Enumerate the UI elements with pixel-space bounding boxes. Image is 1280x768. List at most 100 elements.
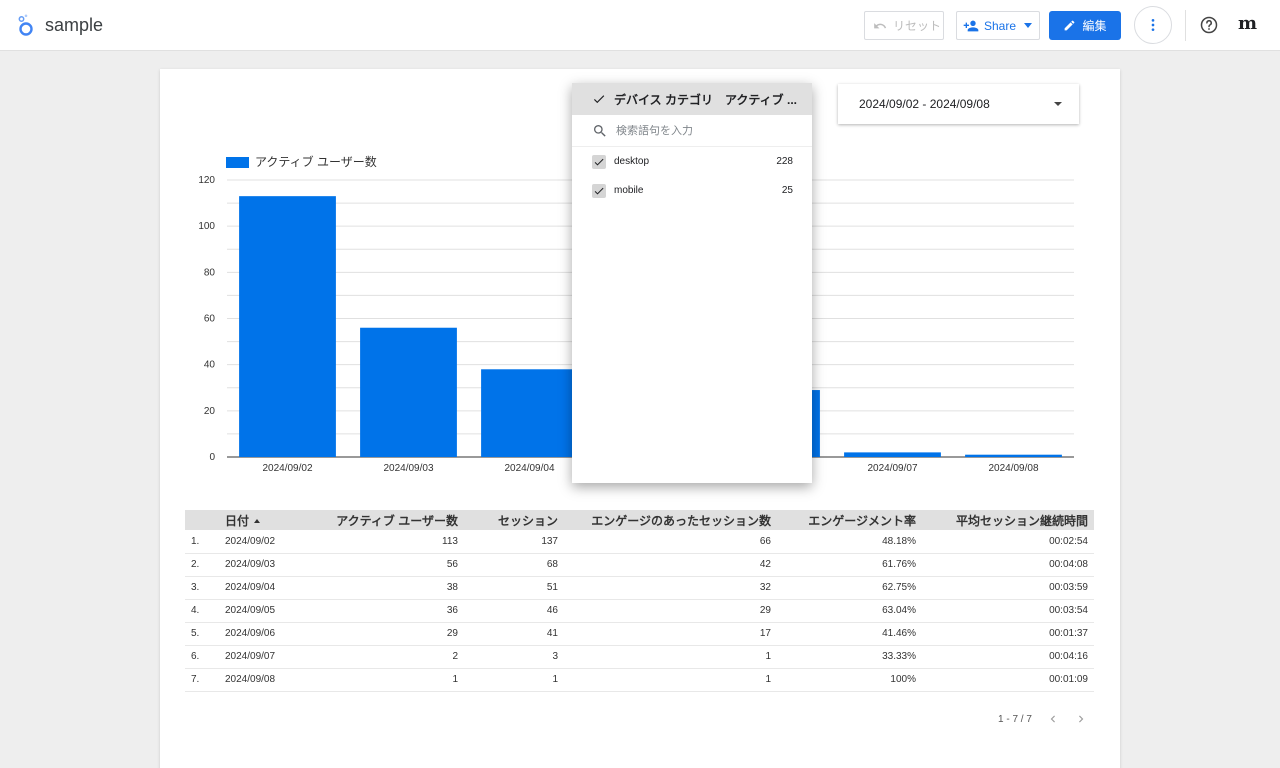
x-tick-label: 2024/09/04 [504,463,554,474]
device-category-filter-popup: デバイス カテゴリ アクティブ ... desktop 228 mobile 2… [572,83,812,483]
report-title[interactable]: sample [45,15,103,36]
cell-date: 2024/09/08 [219,668,311,692]
chevron-right-icon[interactable] [1074,712,1088,726]
person-add-icon [963,20,979,31]
caret-down-icon [1054,102,1062,106]
looker-studio-logo-icon[interactable] [17,14,35,36]
filter-option-count: 228 [776,156,793,167]
table-row: 5. 2024/09/06 29 41 17 41.46% 00:01:37 [185,622,1094,646]
undo-icon [874,22,887,28]
cell-avg-duration: 00:04:16 [922,645,1094,669]
table-header-avg-session-duration[interactable]: 平均セッション継続時間 [922,510,1094,530]
cell-engagement-rate: 62.75% [777,576,922,600]
cell-sessions: 68 [464,553,564,577]
row-index: 3. [185,576,219,600]
row-index: 1. [185,530,219,554]
cell-avg-duration: 00:04:08 [922,553,1094,577]
cell-active-users: 56 [311,553,464,577]
row-index: 2. [185,553,219,577]
edit-label: 編集 [1082,19,1107,33]
cell-engaged-sessions: 32 [564,576,777,600]
cell-sessions: 1 [464,668,564,692]
filter-option-mobile[interactable]: mobile 25 [572,176,812,205]
table-header-engaged-sessions[interactable]: エンゲージのあったセッション数 [564,510,777,530]
edit-button[interactable]: 編集 [1049,11,1121,40]
y-tick-label: 60 [204,314,216,325]
cell-active-users: 113 [311,530,464,554]
table-row: 1. 2024/09/02 113 137 66 48.18% 00:02:54 [185,530,1094,554]
cell-avg-duration: 00:03:59 [922,576,1094,600]
checkbox-checked-icon[interactable] [592,154,606,169]
reset-label: リセット [893,19,942,33]
date-range-control[interactable]: 2024/09/02 - 2024/09/08 [838,84,1079,124]
table-header-sessions[interactable]: セッション [464,510,564,530]
bar [239,196,336,457]
cell-active-users: 2 [311,645,464,669]
filter-option-label: mobile [614,185,644,196]
filter-option-count: 25 [781,185,793,196]
cell-date: 2024/09/05 [219,599,311,623]
cell-active-users: 29 [311,622,464,646]
cell-date: 2024/09/03 [219,553,311,577]
table-row: 7. 2024/09/08 1 1 1 100% 00:01:09 [185,668,1094,692]
table-header-date[interactable]: 日付 [219,510,311,530]
cell-engagement-rate: 61.76% [777,553,922,577]
y-tick-label: 80 [204,267,216,278]
cell-engaged-sessions: 29 [564,599,777,623]
filter-search-input[interactable] [616,124,786,137]
cell-engagement-rate: 33.33% [777,645,922,669]
date-range-value: 2024/09/02 - 2024/09/08 [859,97,990,111]
pagination-label: 1 - 7 / 7 [998,713,1032,725]
chevron-left-icon[interactable] [1046,712,1060,726]
account-avatar[interactable]: m [1238,13,1257,34]
share-button[interactable]: Share [956,11,1040,40]
checkmark-icon [592,92,606,106]
cell-engagement-rate: 41.46% [777,622,922,646]
top-bar: sample リセット Share 編集 m [0,0,1280,51]
row-index: 7. [185,668,219,692]
y-tick-label: 120 [198,175,215,186]
table-header-engagement-rate[interactable]: エンゲージメント率 [777,510,922,530]
cell-engaged-sessions: 42 [564,553,777,577]
cell-avg-duration: 00:02:54 [922,530,1094,554]
cell-sessions: 51 [464,576,564,600]
more-options-button[interactable] [1134,6,1172,44]
reset-button[interactable]: リセット [864,11,944,40]
checkbox-checked-icon[interactable] [592,183,606,198]
cell-active-users: 38 [311,576,464,600]
bar [965,454,1062,457]
header-divider [1185,10,1186,41]
table-row: 2. 2024/09/03 56 68 42 61.76% 00:04:08 [185,553,1094,577]
y-tick-label: 100 [198,221,215,232]
cell-active-users: 1 [311,668,464,692]
bar [481,369,578,457]
table-row: 6. 2024/09/07 2 3 1 33.33% 00:04:16 [185,645,1094,669]
y-tick-label: 0 [209,452,215,463]
pencil-icon [1065,20,1075,31]
cell-avg-duration: 00:03:54 [922,599,1094,623]
y-tick-label: 20 [204,406,216,417]
y-tick-label: 40 [204,360,216,371]
table-row: 3. 2024/09/04 38 51 32 62.75% 00:03:59 [185,576,1094,600]
cell-engagement-rate: 100% [777,668,922,692]
legend-swatch [226,157,249,168]
cell-avg-duration: 00:01:09 [922,668,1094,692]
cell-sessions: 3 [464,645,564,669]
x-tick-label: 2024/09/08 [988,463,1038,474]
table-header-row: 日付 アクティブ ユーザー数 セッション エンゲージのあったセッション数 エンゲ… [185,510,1094,530]
filter-option-desktop[interactable]: desktop 228 [572,147,812,176]
row-index: 4. [185,599,219,623]
cell-sessions: 137 [464,530,564,554]
table-header-active-users[interactable]: アクティブ ユーザー数 [311,510,464,530]
more-vert-icon [1151,19,1155,31]
cell-date: 2024/09/02 [219,530,311,554]
cell-engagement-rate: 63.04% [777,599,922,623]
cell-engaged-sessions: 1 [564,668,777,692]
x-tick-label: 2024/09/03 [383,463,433,474]
cell-date: 2024/09/04 [219,576,311,600]
filter-select-all[interactable]: デバイス カテゴリ アクティブ ... [572,83,812,115]
filter-option-label: desktop [614,156,650,167]
help-icon[interactable] [1200,16,1218,34]
chevron-down-icon[interactable] [1024,23,1032,28]
x-tick-label: 2024/09/07 [867,463,917,474]
